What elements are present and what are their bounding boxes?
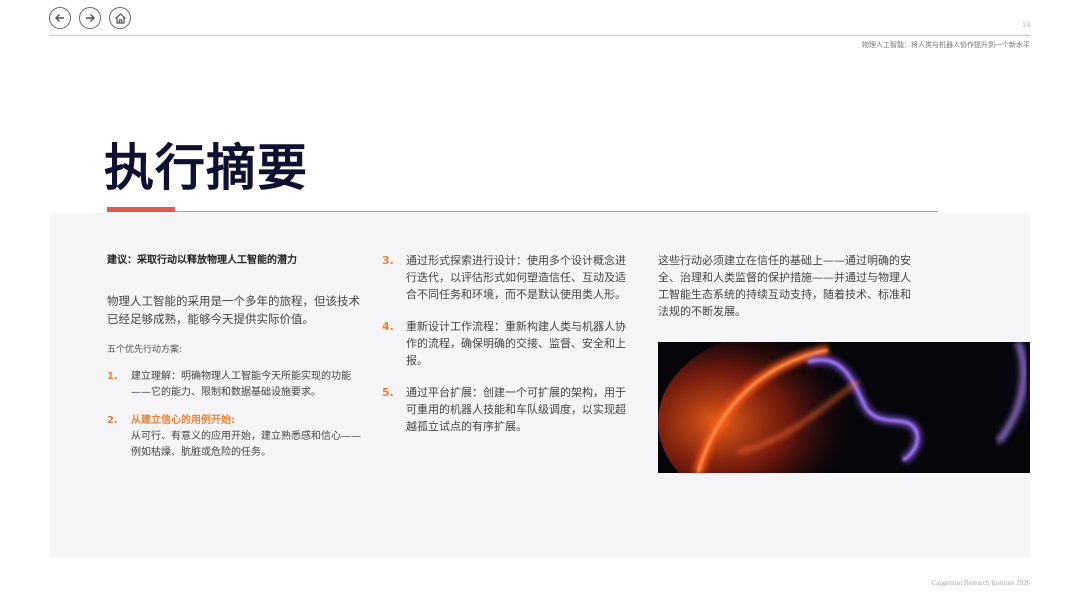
page-title: 执行摘要 (104, 139, 308, 197)
recommendation-title: 建议：采取行动以释放物理人工智能的潜力 (107, 255, 297, 266)
action-text: 通过形式探索进行设计：使用多个设计概念进行迭代，以评估形式如何塑造信任、互动及适… (406, 254, 626, 301)
header-rule (49, 35, 1030, 36)
action-heading: 从建立信心的用例开始: (131, 415, 235, 426)
title-accent-bar (107, 207, 175, 212)
header-subtitle: 物理人工智能：将人类与机器人协作提升到一个新水平 (862, 41, 1030, 49)
trust-paragraph: 这些行动必须建立在信任的基础上——通过明确的安全、治理和人类监督的保护措施——并… (658, 254, 911, 318)
five-actions-label: 五个优先行动方案: (107, 345, 183, 355)
back-arrow-icon (55, 14, 64, 22)
intro-paragraph: 物理人工智能的采用是一个多年的旅程，但该技术已经足够成熟，能够今天提供实际价值。 (107, 294, 360, 326)
home-icon (114, 12, 126, 24)
action-text: 建立理解：明确物理人工智能今天所能实现的功能——它的能力、限制和数据基础设施要求… (131, 371, 351, 398)
action-number: 2. (107, 415, 118, 426)
abstract-light-image (658, 342, 1030, 473)
action-text: 从可行、有意义的应用开始，建立熟悉感和信心——例如枯燥、肮脏或危险的任务。 (131, 431, 361, 458)
action-text: 通过平台扩展：创建一个可扩展的架构，用于可重用的机器人技能和车队级调度，以实现超… (406, 386, 626, 433)
action-text: 重新设计工作流程：重新构建人类与机器人协作的流程，确保明确的交接、监督、安全和上… (406, 320, 626, 367)
action-number: 5. (382, 386, 394, 399)
action-item-5: 5. 通过平台扩展：创建一个可扩展的架构，用于可重用的机器人技能和车队级调度，以… (382, 384, 628, 435)
column-2: 3. 通过形式探索进行设计：使用多个设计概念进行迭代，以评估形式如何塑造信任、互… (382, 252, 628, 450)
action-number: 3. (382, 254, 394, 267)
action-item-2: 2. 从建立信心的用例开始: 从可行、有意义的应用开始，建立熟悉感和信心——例如… (107, 413, 363, 461)
action-number: 4. (382, 320, 394, 333)
back-button[interactable] (49, 7, 71, 29)
title-accent-line (175, 211, 938, 212)
action-item-1: 1. 建立理解：明确物理人工智能今天所能实现的功能——它的能力、限制和数据基础设… (107, 369, 363, 401)
forward-button[interactable] (79, 7, 101, 29)
column-3: 这些行动必须建立在信任的基础上——通过明确的安全、治理和人类监督的保护措施——并… (658, 252, 912, 320)
page-number: 13 (1022, 20, 1030, 29)
forward-arrow-icon (86, 14, 95, 22)
home-button[interactable] (109, 7, 131, 29)
footer-credit: Capgemini Research Institute 2026 (931, 579, 1030, 587)
column-1: 建议：采取行动以释放物理人工智能的潜力 物理人工智能的采用是一个多年的旅程，但该… (107, 252, 363, 473)
nav-bar (49, 7, 131, 29)
action-item-4: 4. 重新设计工作流程：重新构建人类与机器人协作的流程，确保明确的交接、监督、安… (382, 318, 628, 369)
action-number: 1. (107, 371, 118, 382)
action-item-3: 3. 通过形式探索进行设计：使用多个设计概念进行迭代，以评估形式如何塑造信任、互… (382, 252, 628, 303)
light-swirl-graphic (658, 342, 1030, 473)
